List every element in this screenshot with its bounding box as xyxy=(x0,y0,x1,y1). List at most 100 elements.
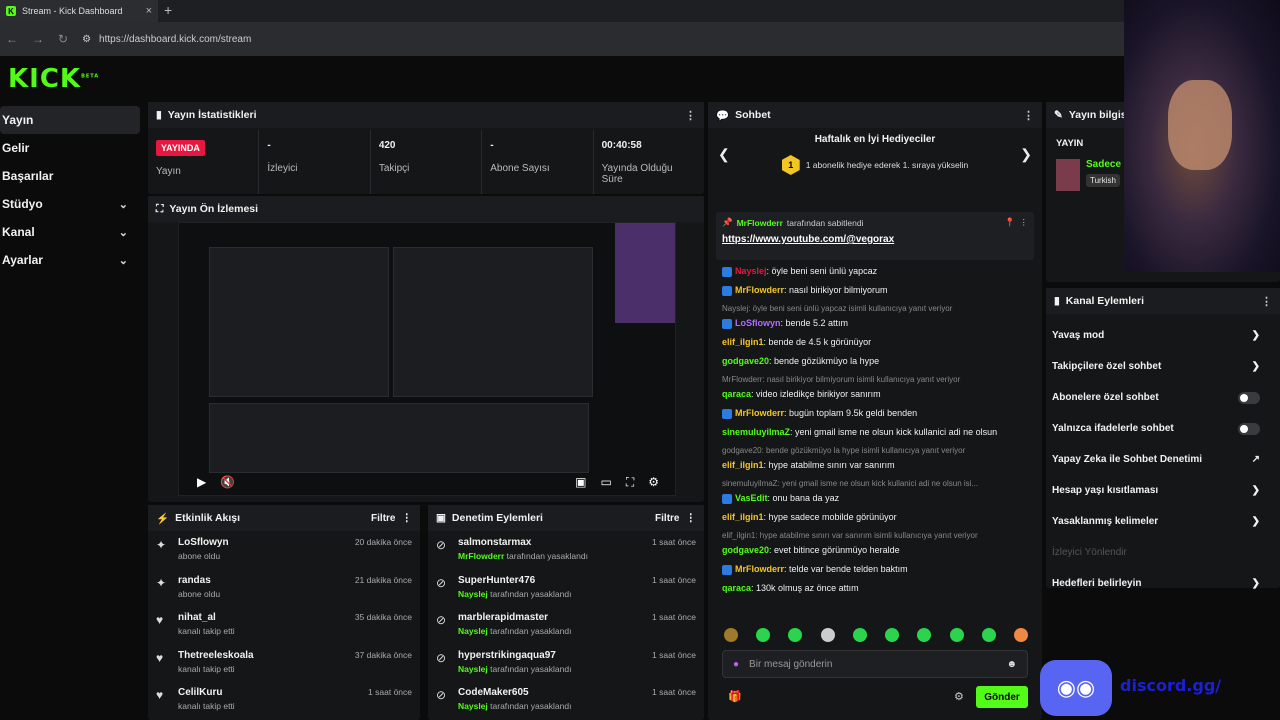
activity-user[interactable]: Thetreeleskoala xyxy=(178,650,347,661)
activity-user[interactable]: LoSflowyn xyxy=(178,537,347,548)
banned-user[interactable]: salmonstarmax xyxy=(458,537,644,548)
mic-icon[interactable]: ● xyxy=(733,659,739,670)
chat-message[interactable]: qaraca: 130k olmuş az önce attım xyxy=(716,579,1034,598)
channel-action-item[interactable]: Yapay Zeka ile Sohbet Denetimi ↗ xyxy=(1046,444,1280,475)
chat-username[interactable]: elif_ilgin1 xyxy=(722,512,764,522)
kick-logo[interactable]: KICKBETA xyxy=(8,64,99,94)
chat-username[interactable]: Nayslej xyxy=(735,266,767,276)
url-field[interactable]: ⚙ https://dashboard.kick.com/stream xyxy=(82,34,251,45)
pinned-by[interactable]: MrFlowderr xyxy=(737,218,783,228)
moderation-item[interactable]: ⊘ SuperHunter476 Nayslej tarafından yasakl… xyxy=(428,569,704,607)
activity-item[interactable]: ✦ LoSflowyn abone oldu 20 dakika önce xyxy=(148,531,420,569)
chat-username[interactable]: MrFlowderr xyxy=(735,408,784,418)
new-tab-button[interactable]: + xyxy=(164,2,172,18)
chat-message[interactable]: qaraca: video izledikçe birikiyor sanırı… xyxy=(716,385,1034,404)
gift-icon[interactable]: 🎁 xyxy=(728,690,742,703)
activity-user[interactable]: CelilKuru xyxy=(178,687,360,698)
banned-user[interactable]: hyperstrikingaqua97 xyxy=(458,650,644,661)
chat-input[interactable]: ● Bir mesaj gönderin ☻ xyxy=(722,650,1028,678)
chat-username[interactable]: sinemuluyilmaZ xyxy=(722,427,790,437)
emote-icon[interactable] xyxy=(949,628,964,642)
sidebar-item-gelir[interactable]: Gelir xyxy=(0,134,140,162)
play-icon[interactable]: ▶ xyxy=(197,475,206,489)
chat-username[interactable]: VasEdit xyxy=(735,493,768,503)
chat-username[interactable]: godgave20 xyxy=(722,356,769,366)
send-button[interactable]: Gönder xyxy=(976,686,1028,708)
fullscreen-icon[interactable]: ⛶ xyxy=(626,475,634,490)
moderation-item[interactable]: ⊘ marblerapidmaster Nayslej tarafından yas… xyxy=(428,606,704,644)
moderator-name[interactable]: MrFlowderr xyxy=(458,551,504,561)
more-options-icon[interactable]: ⋮ xyxy=(1020,217,1029,228)
site-settings-icon[interactable]: ⚙ xyxy=(82,34,91,45)
chat-settings-icon[interactable]: ⚙ xyxy=(954,690,964,703)
activity-user[interactable]: randas xyxy=(178,575,347,586)
emote-icon[interactable] xyxy=(724,628,738,642)
pinned-message[interactable]: 📌 MrFlowderr tarafından sabitlendi 📍 ⋮ h… xyxy=(716,212,1034,260)
chat-username[interactable]: qaraca xyxy=(722,583,751,593)
chat-message[interactable]: godgave20: evet bitince görünmüyo herald… xyxy=(716,541,1034,560)
toggle-switch[interactable] xyxy=(1238,391,1260,404)
channel-action-item[interactable]: Takipçilere özel sohbet ❯ xyxy=(1046,351,1280,382)
emote-icon[interactable] xyxy=(756,628,771,642)
back-icon[interactable]: ← xyxy=(6,32,18,46)
chat-message[interactable]: LoSflowyn: bende 5.2 attım xyxy=(716,314,1034,333)
banned-user[interactable]: marblerapidmaster xyxy=(458,612,644,623)
chat-username[interactable]: qaraca xyxy=(722,389,751,399)
settings-icon[interactable]: ⚙ xyxy=(648,475,659,489)
sidebar-item-studyo[interactable]: Stüdyo ⌄ xyxy=(0,190,140,218)
more-options-icon[interactable]: ⋮ xyxy=(686,512,697,524)
activity-item[interactable]: ♥ nihat_al kanalı takip etti 35 dakika önce xyxy=(148,606,420,644)
unpin-icon[interactable]: 📍 xyxy=(1005,217,1016,228)
chat-username[interactable]: MrFlowderr xyxy=(735,564,784,574)
moderator-name[interactable]: Nayslej xyxy=(458,626,488,636)
chat-message[interactable]: MrFlowderr: telde var bende telden baktı… xyxy=(716,560,1034,579)
moderator-name[interactable]: Nayslej xyxy=(458,589,488,599)
emote-icon[interactable] xyxy=(820,628,835,642)
theater-icon[interactable]: ▭ xyxy=(600,475,611,489)
activity-item[interactable]: ✦ randas abone oldu 21 dakika önce xyxy=(148,569,420,607)
moderator-name[interactable]: Nayslej xyxy=(458,701,488,711)
moderation-item[interactable]: ⊘ salmonstarmax MrFlowderr tarafından yasa… xyxy=(428,531,704,569)
close-tab-icon[interactable]: × xyxy=(146,5,152,17)
moderation-item[interactable]: ⊘ hyperstrikingaqua97 Nayslej tarafından y… xyxy=(428,644,704,682)
sidebar-item-yayin[interactable]: Yayın xyxy=(0,106,140,134)
moderator-name[interactable]: Nayslej xyxy=(458,664,488,674)
emoji-icon[interactable]: ☻ xyxy=(1006,659,1017,670)
chat-message[interactable]: MrFlowderr: bugün toplam 9.5k geldi bend… xyxy=(716,404,1034,423)
pinned-link[interactable]: https://www.youtube.com/@vegorax xyxy=(722,234,1028,245)
more-options-icon[interactable]: ⋮ xyxy=(1261,295,1272,308)
banned-user[interactable]: SuperHunter476 xyxy=(458,575,644,586)
preview-video[interactable]: ▶ 🔇 ▣ ▭ ⛶ ⚙ xyxy=(178,222,676,496)
moderation-item[interactable]: ⊘ CodeMaker605 Nayslej tarafından yasaklan… xyxy=(428,681,704,719)
sidebar-item-kanal[interactable]: Kanal ⌄ xyxy=(0,218,140,246)
channel-action-item[interactable]: Hesap yaşı kısıtlaması ❯ xyxy=(1046,475,1280,506)
emote-icon[interactable] xyxy=(852,628,867,642)
toggle-switch[interactable] xyxy=(1238,422,1260,435)
chat-message[interactable]: elif_ilgin1: hype sadece mobilde görünüy… xyxy=(716,508,1034,527)
chevron-right-icon[interactable]: ❯ xyxy=(1020,146,1032,163)
activity-user[interactable]: nihat_al xyxy=(178,612,347,623)
channel-action-item[interactable]: Abonelere özel sohbet xyxy=(1046,382,1280,413)
chat-message[interactable]: elif_ilgin1: hype atabilme sınırı var sa… xyxy=(716,456,1034,475)
emote-icon[interactable] xyxy=(917,628,932,642)
filter-button[interactable]: Filtre xyxy=(655,513,679,524)
banned-user[interactable]: CodeMaker605 xyxy=(458,687,644,698)
activity-item[interactable]: ♥ Thetreeleskoala kanalı takip etti 37 daki… xyxy=(148,644,420,682)
filter-button[interactable]: Filtre xyxy=(371,513,395,524)
chat-username[interactable]: godgave20 xyxy=(722,545,769,555)
sidebar-item-basarilar[interactable]: Başarılar xyxy=(0,162,140,190)
emote-icon[interactable] xyxy=(981,628,996,642)
pip-icon[interactable]: ▣ xyxy=(575,475,586,489)
emote-icon[interactable] xyxy=(1013,628,1028,642)
channel-action-item[interactable]: Yasaklanmış kelimeler ❯ xyxy=(1046,506,1280,537)
mute-icon[interactable]: 🔇 xyxy=(220,475,235,489)
emote-icon[interactable] xyxy=(885,628,900,642)
chat-username[interactable]: MrFlowderr xyxy=(735,285,784,295)
chat-message[interactable]: VasEdit: onu bana da yaz xyxy=(716,489,1034,508)
more-options-icon[interactable]: ⋮ xyxy=(685,109,696,122)
browser-tab[interactable]: K Stream - Kick Dashboard × xyxy=(0,0,158,22)
emote-icon[interactable] xyxy=(788,628,803,642)
more-options-icon[interactable]: ⋮ xyxy=(402,512,413,524)
chat-username[interactable]: elif_ilgin1 xyxy=(722,460,764,470)
chat-message[interactable]: elif_ilgin1: bende de 4.5 k görünüyor xyxy=(716,333,1034,352)
